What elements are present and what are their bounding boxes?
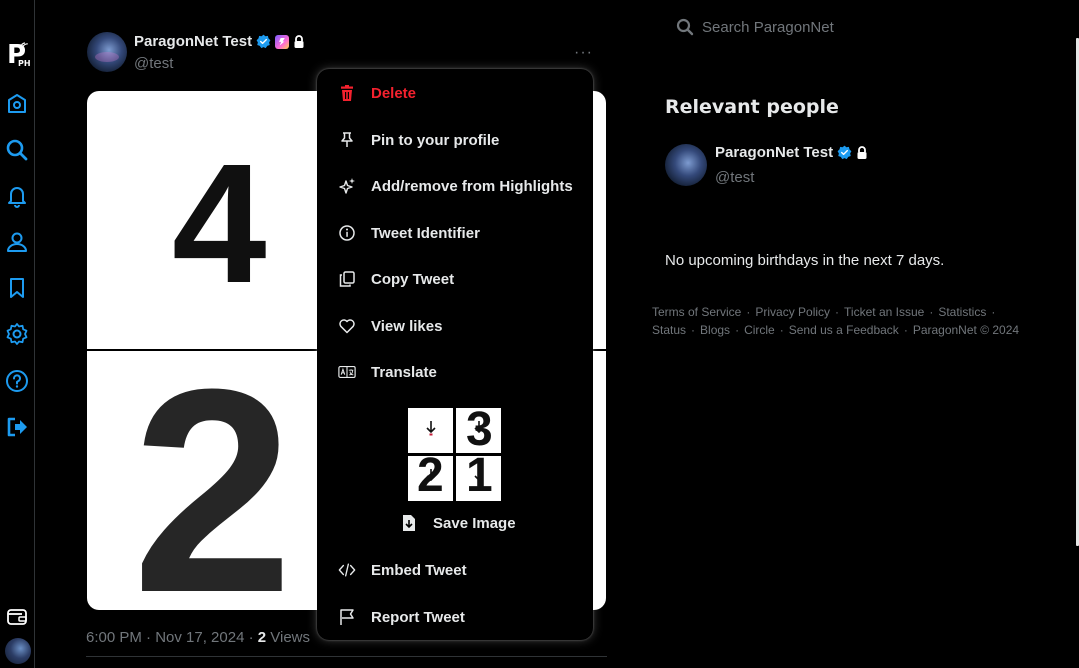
author-handle[interactable]: @test	[134, 55, 173, 72]
divider	[86, 656, 607, 657]
help-icon[interactable]	[5, 369, 29, 393]
code-icon	[337, 560, 357, 580]
user-avatar[interactable]	[5, 638, 31, 664]
signal-icon	[20, 42, 28, 50]
tweet-timestamp: 6:00 PM · Nov 17, 2024 · 2 Views	[86, 629, 310, 646]
footer-link-blogs[interactable]: Blogs	[700, 323, 730, 337]
footer-link-feedback[interactable]: Send us a Feedback	[789, 323, 899, 337]
bell-icon[interactable]	[5, 184, 29, 208]
menu-label: Delete	[371, 84, 417, 102]
tweet-time[interactable]: 6:00 PM · Nov 17, 2024 ·	[86, 629, 258, 646]
sidebar: P PH	[0, 0, 35, 668]
download-arrow-icon	[474, 469, 484, 482]
gear-icon[interactable]	[5, 322, 29, 346]
wallet-icon[interactable]	[6, 607, 28, 627]
lock-icon	[294, 34, 304, 48]
lock-icon	[857, 145, 867, 159]
relevant-person-handle[interactable]: @test	[715, 169, 754, 186]
pin-icon	[337, 130, 357, 150]
menu-item-copy[interactable]: Copy Tweet	[317, 259, 593, 299]
footer-link-status[interactable]: Status	[652, 323, 686, 337]
menu-item-embed[interactable]: Embed Tweet	[317, 550, 593, 590]
verified-icon	[256, 34, 271, 49]
file-download-icon	[403, 515, 415, 531]
menu-label: Tweet Identifier	[371, 224, 480, 242]
search-bar[interactable]: Search ParagonNet	[666, 12, 1066, 42]
thumbnail: 1	[456, 456, 501, 501]
search-input[interactable]: Search ParagonNet	[702, 19, 834, 36]
footer-link-ticket[interactable]: Ticket an Issue	[844, 305, 924, 319]
relevant-person-name[interactable]: ParagonNet Test	[715, 144, 833, 161]
download-arrow-icon	[426, 469, 436, 482]
thumbnail: 3	[456, 408, 501, 453]
menu-item-pin[interactable]: Pin to your profile	[317, 120, 593, 160]
thumbnail	[408, 408, 453, 453]
search-icon	[676, 18, 694, 36]
relevant-person-avatar[interactable]	[665, 144, 707, 186]
download-arrow-icon	[426, 421, 436, 436]
footer-link-circle[interactable]: Circle	[744, 323, 775, 337]
menu-label: Embed Tweet	[371, 561, 467, 579]
logo-sub: PH	[18, 59, 31, 68]
menu-item-report[interactable]: Report Tweet	[317, 597, 593, 637]
image-thumbnail-grid[interactable]: 3 2 1	[408, 408, 502, 502]
menu-item-save-image[interactable]: Save Image	[317, 510, 593, 536]
author-name-row[interactable]: ParagonNet Test	[134, 33, 305, 50]
views-label: Views	[266, 629, 311, 646]
footer-link-statistics[interactable]: Statistics	[938, 305, 986, 319]
logout-icon[interactable]	[5, 415, 29, 439]
menu-item-translate[interactable]: Translate	[317, 352, 593, 392]
birthday-notice: No upcoming birthdays in the next 7 days…	[665, 252, 945, 269]
download-arrow-icon	[474, 421, 484, 434]
verified-icon	[837, 145, 852, 160]
menu-label: Copy Tweet	[371, 270, 455, 288]
footer-link-terms[interactable]: Terms of Service	[652, 305, 741, 319]
app-logo[interactable]: P PH	[7, 40, 31, 72]
menu-item-view-likes[interactable]: View likes	[317, 306, 593, 346]
menu-label: View likes	[371, 317, 443, 335]
author-name[interactable]: ParagonNet Test	[134, 33, 252, 50]
relevant-people-title: Relevant people	[665, 96, 839, 118]
tweet-options-menu: Delete Pin to your profile Add/remove fr…	[317, 69, 593, 640]
profile-icon[interactable]	[5, 230, 29, 254]
menu-item-identifier[interactable]: Tweet Identifier	[317, 213, 593, 253]
menu-label: Add/remove from Highlights	[371, 177, 573, 195]
image-digit-top: 4	[172, 129, 267, 319]
home-icon[interactable]	[5, 92, 29, 116]
menu-label: Save Image	[433, 515, 516, 532]
trash-icon	[337, 83, 357, 103]
info-icon	[337, 223, 357, 243]
flag-icon	[337, 607, 357, 627]
relevant-person-name-row[interactable]: ParagonNet Test	[715, 144, 868, 161]
thumbnail: 2	[408, 456, 453, 501]
author-avatar[interactable]	[87, 32, 127, 72]
more-options-button[interactable]: ···	[574, 44, 593, 62]
bookmark-icon[interactable]	[5, 276, 29, 300]
footer-links: Terms of Service · Privacy Policy · Ticket a…	[652, 305, 1020, 337]
heart-icon	[337, 316, 357, 336]
menu-item-highlights[interactable]: Add/remove from Highlights	[317, 166, 593, 206]
image-digit-bottom: 2	[132, 329, 294, 610]
sparkle-icon	[337, 176, 357, 196]
translate-icon	[337, 362, 357, 382]
special-badge-icon	[275, 34, 290, 49]
menu-label: Pin to your profile	[371, 131, 500, 149]
footer-link-privacy[interactable]: Privacy Policy	[755, 305, 830, 319]
menu-label: Translate	[371, 363, 437, 381]
search-icon[interactable]	[5, 138, 29, 162]
menu-label: Report Tweet	[371, 608, 465, 626]
menu-item-delete[interactable]: Delete	[317, 73, 593, 113]
views-count: 2	[257, 629, 267, 646]
copy-icon	[337, 269, 357, 289]
footer-copyright: ParagonNet © 2024	[912, 323, 1020, 337]
